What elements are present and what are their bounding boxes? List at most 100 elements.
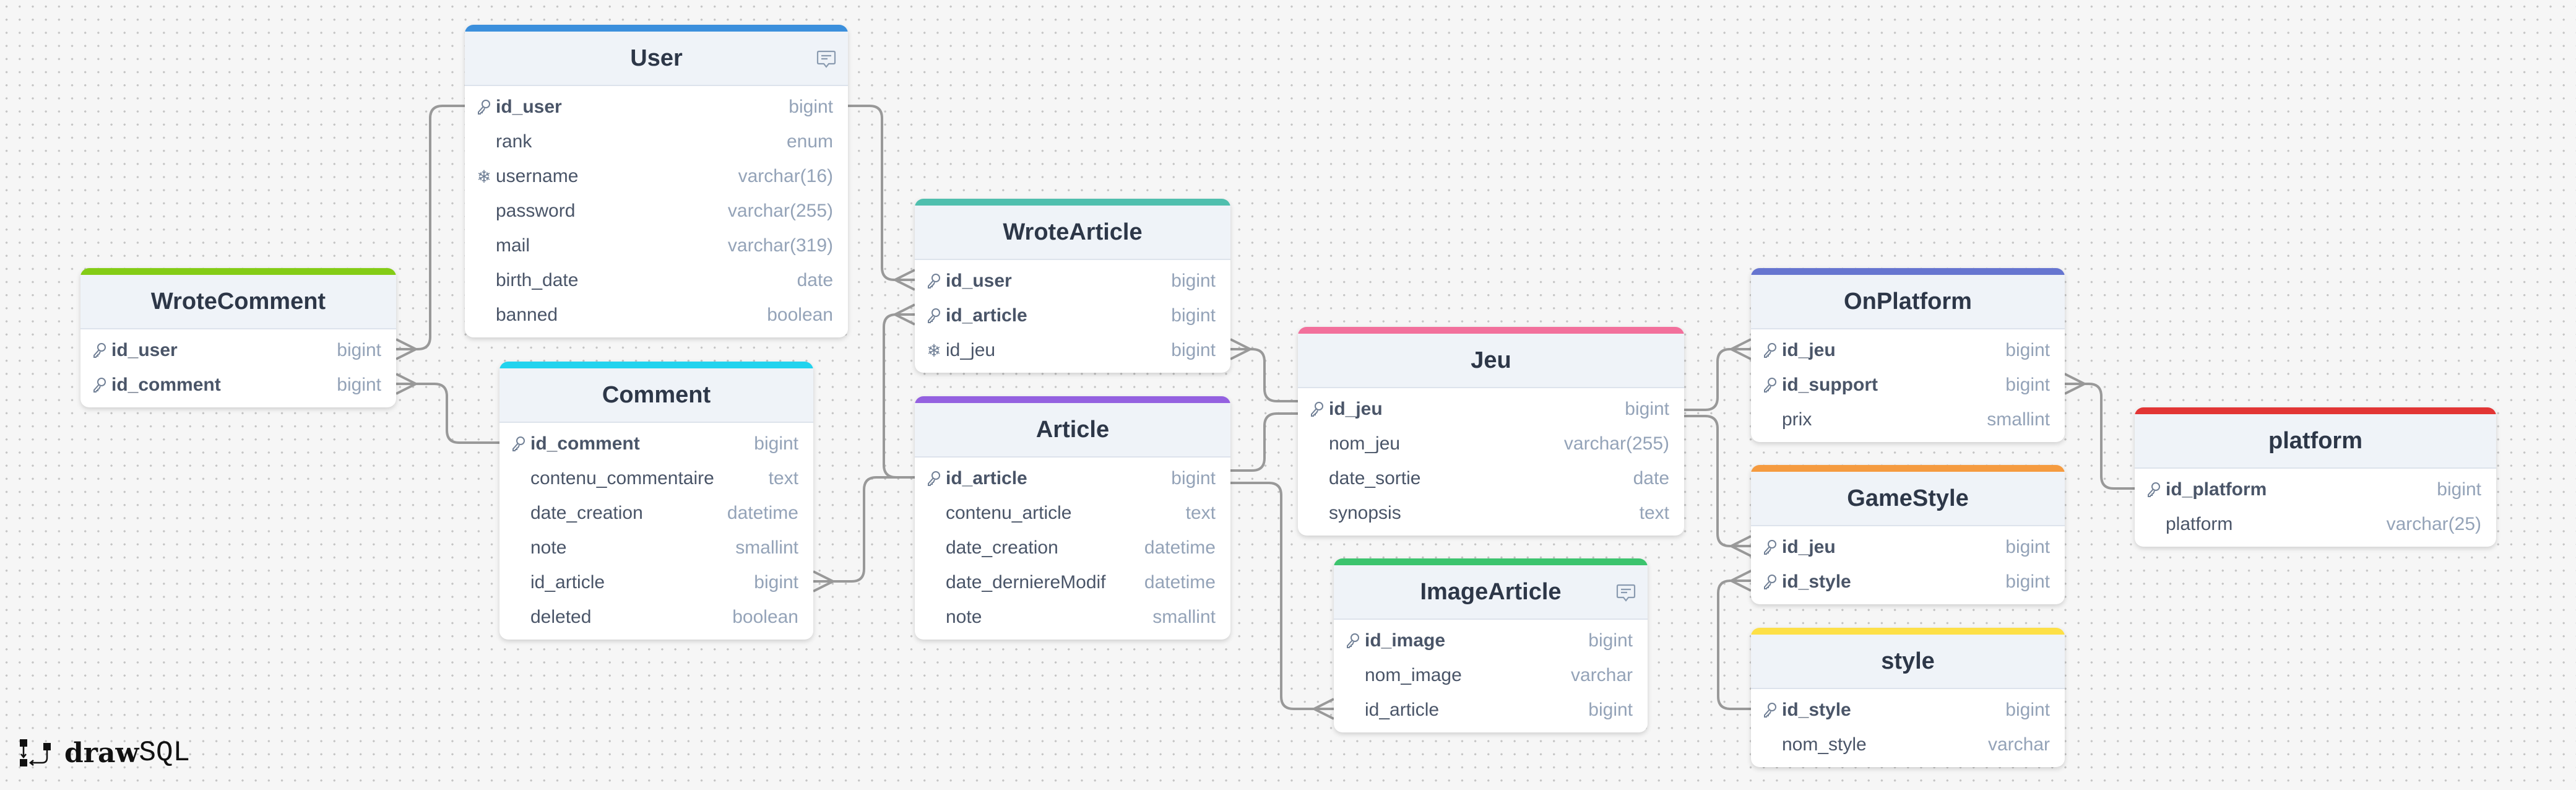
column-name: id_jeu	[1782, 537, 1836, 557]
key-icon	[476, 98, 492, 116]
relationship-line[interactable]	[1230, 348, 1298, 402]
blank-icon	[1309, 469, 1325, 488]
table-header[interactable]: platform	[2135, 414, 2496, 469]
relationship-line[interactable]	[2065, 383, 2135, 490]
column-row[interactable]: ❄ username varchar(16)	[465, 159, 848, 194]
column-row[interactable]: date_creation datetime	[915, 531, 1230, 565]
column-row[interactable]: contenu_article text	[915, 496, 1230, 531]
table-header[interactable]: Article	[915, 403, 1230, 458]
column-row[interactable]: id_user bigint	[465, 90, 848, 124]
column-row[interactable]: id_article bigint	[499, 565, 813, 600]
relationship-line[interactable]	[1684, 348, 1751, 411]
column-row[interactable]: ❄ id_jeu bigint	[915, 333, 1230, 368]
table-onplatform[interactable]: OnPlatform id_jeu bigint id_support bigi…	[1751, 268, 2065, 442]
table-comment[interactable]: Comment id_comment bigint contenu_commen…	[499, 362, 813, 640]
relationship-line[interactable]	[813, 476, 915, 583]
column-row[interactable]: note smallint	[499, 531, 813, 565]
table-header[interactable]: WroteArticle	[915, 206, 1230, 260]
table-header[interactable]: User	[465, 32, 848, 86]
column-row[interactable]: date_creation datetime	[499, 496, 813, 531]
blank-icon	[926, 504, 942, 523]
column-row[interactable]: id_platform bigint	[2135, 472, 2496, 507]
table-wrotearticle[interactable]: WroteArticle id_user bigint id_article b…	[915, 199, 1230, 373]
key-icon	[926, 469, 942, 488]
comment-icon[interactable]	[1615, 583, 1636, 604]
column-row[interactable]: id_comment bigint	[80, 368, 396, 402]
column-name: rank	[496, 131, 532, 152]
column-type: bigint	[754, 572, 798, 592]
column-row[interactable]: contenu_commentaire text	[499, 461, 813, 496]
key-icon	[1309, 400, 1325, 419]
table-color-bar	[915, 199, 1230, 206]
column-row[interactable]: id_support bigint	[1751, 368, 2065, 402]
column-row[interactable]: id_article bigint	[915, 461, 1230, 496]
column-row[interactable]: platform varchar(25)	[2135, 507, 2496, 542]
relationship-line[interactable]	[1684, 415, 1751, 547]
table-article[interactable]: Article id_article bigint contenu_articl…	[915, 396, 1230, 640]
column-type: bigint	[337, 340, 381, 360]
table-header[interactable]: ImageArticle	[1334, 565, 1648, 620]
column-row[interactable]: id_jeu bigint	[1298, 392, 1684, 427]
column-type: bigint	[2005, 537, 2050, 557]
table-header[interactable]: Comment	[499, 368, 813, 423]
blank-icon	[1762, 410, 1778, 429]
column-row[interactable]: id_jeu bigint	[1751, 333, 2065, 368]
column-row[interactable]: id_article bigint	[1334, 693, 1648, 727]
relationship-line[interactable]	[396, 105, 465, 350]
column-row[interactable]: id_article bigint	[915, 298, 1230, 333]
column-name: username	[496, 166, 579, 186]
column-row[interactable]: nom_jeu varchar(255)	[1298, 427, 1684, 461]
blank-icon	[476, 271, 492, 290]
table-color-bar	[465, 25, 848, 32]
column-row[interactable]: prix smallint	[1751, 402, 2065, 437]
relationship-line[interactable]	[1717, 579, 1751, 710]
table-header[interactable]: OnPlatform	[1751, 275, 2065, 329]
relationship-line[interactable]	[1230, 412, 1298, 472]
comment-icon[interactable]	[816, 49, 837, 70]
relationship-line[interactable]	[848, 105, 915, 281]
column-row[interactable]: deleted boolean	[499, 600, 813, 635]
column-name: date_creation	[530, 503, 643, 523]
column-type: varchar(25)	[2386, 514, 2481, 534]
table-header[interactable]: Jeu	[1298, 334, 1684, 388]
table-header[interactable]: style	[1751, 635, 2065, 689]
column-row[interactable]: id_comment bigint	[499, 427, 813, 461]
table-header[interactable]: WroteComment	[80, 275, 396, 329]
column-name: id_jeu	[946, 340, 996, 360]
column-row[interactable]: id_user bigint	[915, 264, 1230, 298]
column-row[interactable]: date_sortie date	[1298, 461, 1684, 496]
column-row[interactable]: id_jeu bigint	[1751, 530, 2065, 565]
column-row[interactable]: mail varchar(319)	[465, 228, 848, 263]
table-platform[interactable]: platform id_platform bigint platform var…	[2135, 407, 2496, 547]
table-imagearticle[interactable]: ImageArticle id_image bigint nom_image v…	[1334, 558, 1648, 732]
column-row[interactable]: birth_date date	[465, 263, 848, 298]
column-row[interactable]: synopsis text	[1298, 496, 1684, 531]
key-icon	[1762, 376, 1778, 394]
column-row[interactable]: banned boolean	[465, 298, 848, 332]
table-wrotecomment[interactable]: WroteComment id_user bigint id_comment b…	[80, 268, 396, 407]
table-header[interactable]: GameStyle	[1751, 472, 2065, 526]
column-row[interactable]: id_image bigint	[1334, 623, 1648, 658]
relationship-line[interactable]	[883, 313, 915, 479]
key-icon	[511, 435, 527, 453]
column-type: varchar	[1570, 665, 1633, 685]
column-row[interactable]: nom_image varchar	[1334, 658, 1648, 693]
column-row[interactable]: password varchar(255)	[465, 194, 848, 228]
blank-icon	[511, 469, 527, 488]
key-icon	[1762, 341, 1778, 360]
table-color-bar	[499, 362, 813, 368]
table-jeu[interactable]: Jeu id_jeu bigint nom_jeu varchar(255) d…	[1298, 327, 1684, 536]
column-row[interactable]: id_style bigint	[1751, 693, 2065, 727]
column-row[interactable]: date_derniereModif datetime	[915, 565, 1230, 600]
column-row[interactable]: note smallint	[915, 600, 1230, 635]
column-row[interactable]: rank enum	[465, 124, 848, 159]
column-row[interactable]: id_style bigint	[1751, 565, 2065, 599]
column-row[interactable]: nom_style varchar	[1751, 727, 2065, 762]
table-gamestyle[interactable]: GameStyle id_jeu bigint id_style bigint	[1751, 465, 2065, 604]
column-name: nom_style	[1782, 734, 1867, 755]
table-style[interactable]: style id_style bigint nom_style varchar	[1751, 628, 2065, 767]
relationship-line[interactable]	[396, 383, 499, 444]
column-name: id_comment	[530, 433, 640, 454]
column-row[interactable]: id_user bigint	[80, 333, 396, 368]
table-user[interactable]: User id_user bigint rank enum ❄ username…	[465, 25, 848, 337]
